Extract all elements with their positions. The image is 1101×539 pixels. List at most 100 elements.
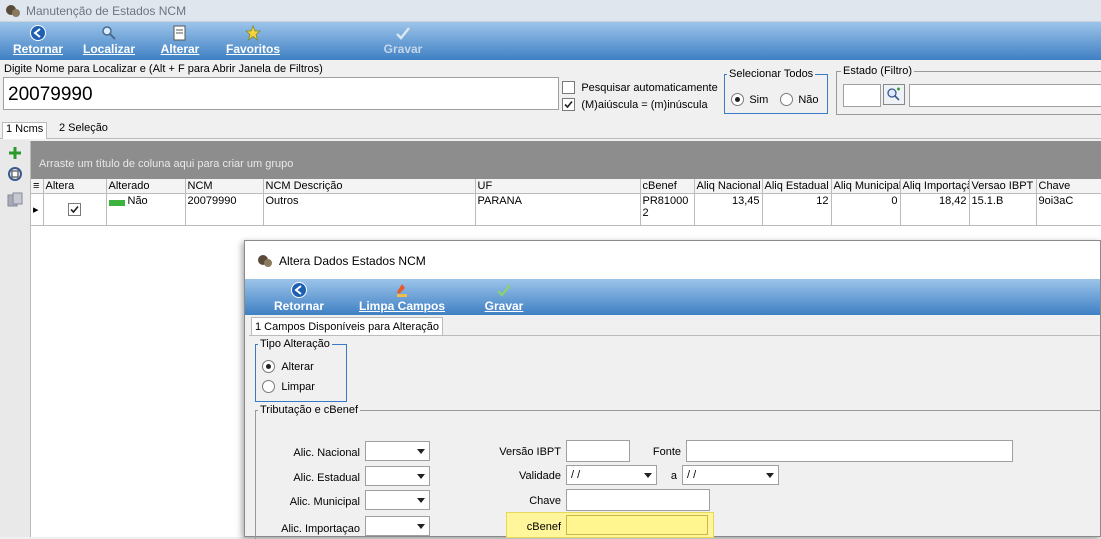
col-header[interactable]: NCM Descrição xyxy=(263,179,476,194)
tab-campos[interactable]: 1 Campos Disponíveis para Alteração xyxy=(251,317,444,336)
alterar-option-label: Alterar xyxy=(281,361,314,373)
date-placeholder: / / xyxy=(687,469,697,481)
chevron-down-icon xyxy=(417,524,425,529)
app-icon xyxy=(258,255,272,267)
tipo-alteracao-group: Tipo Alteração Alterar Limpar xyxy=(255,338,347,402)
nao-radio[interactable] xyxy=(780,93,793,107)
alic-municipal-select[interactable] xyxy=(365,490,430,510)
search-input-value: 20079990 xyxy=(8,84,93,105)
ncm-grid: ≡ Altera Alterado NCM NCM Descrição UF c… xyxy=(31,179,1101,226)
check-icon xyxy=(564,101,573,109)
cbenef-input[interactable] xyxy=(566,515,708,535)
alterar-radio[interactable] xyxy=(262,360,275,374)
dialog-retornar-button[interactable]: Retornar xyxy=(269,279,329,315)
gravar-label: Gravar xyxy=(383,42,423,56)
a-label: a xyxy=(670,470,677,482)
refresh-icon[interactable] xyxy=(7,166,23,182)
auto-search-label: Pesquisar automaticamente xyxy=(581,82,718,94)
gravar-button[interactable]: Gravar xyxy=(378,22,428,60)
retornar-button[interactable]: Retornar xyxy=(8,22,68,60)
altera-checkbox[interactable] xyxy=(68,203,81,216)
dialog-gravar-button[interactable]: Gravar xyxy=(479,279,529,315)
limpa-campos-button[interactable]: Limpa Campos xyxy=(355,279,449,315)
favoritos-button[interactable]: Favoritos xyxy=(220,22,286,60)
window-titlebar: Manutenção de Estados NCM xyxy=(0,0,1101,22)
auto-search-box[interactable] xyxy=(562,81,575,95)
sim-radio[interactable] xyxy=(731,93,744,107)
auto-search-checkbox[interactable]: Pesquisar automaticamente xyxy=(562,80,718,95)
check-icon xyxy=(70,205,79,214)
select-all-sim[interactable]: Sim xyxy=(731,92,769,107)
alterar-label: Alterar xyxy=(160,42,200,56)
chave-cell: 9oi3aC xyxy=(1036,193,1101,226)
descricao-cell: Outros xyxy=(263,193,476,226)
table-row[interactable]: ▸ Não 20079990 Outros PARANA PR81000 2 13… xyxy=(31,193,1101,226)
alterar-option[interactable]: Alterar xyxy=(262,359,314,374)
favoritos-label: Favoritos xyxy=(225,42,280,56)
localizar-button[interactable]: Localizar xyxy=(78,22,140,60)
col-header[interactable]: Aliq Municipal xyxy=(831,179,901,194)
chave-label: Chave xyxy=(529,495,561,507)
col-header[interactable]: Chave xyxy=(1036,179,1101,194)
col-header[interactable]: NCM xyxy=(185,179,264,194)
case-label: (M)aiúscula = (m)inúscula xyxy=(581,99,708,111)
search-input[interactable]: 20079990 xyxy=(3,77,559,110)
alic-importacao-label: Alic. Importaçao xyxy=(281,523,360,535)
side-toolbar xyxy=(0,140,30,537)
edit-form-icon xyxy=(173,25,186,41)
alic-municipal-label: Alic. Municipal xyxy=(289,496,360,508)
dialog-gravar-label: Gravar xyxy=(484,299,524,313)
col-header[interactable]: Aliq Importação xyxy=(900,179,970,194)
chave-input[interactable] xyxy=(566,489,710,511)
estado-filter-title: Estado (Filtro) xyxy=(841,65,915,77)
app-icon xyxy=(6,5,20,17)
estado-search-button[interactable] xyxy=(883,84,905,105)
tributacao-group: Tributação e cBenef Alic. Nacional Alic.… xyxy=(255,404,1101,539)
validade-fim-select[interactable]: / / xyxy=(682,465,779,485)
add-icon[interactable] xyxy=(8,146,22,160)
tab-ncms[interactable]: 1 Ncms xyxy=(2,122,48,139)
estado-code-input[interactable] xyxy=(843,84,881,107)
group-by-panel[interactable]: Arraste um título de coluna aqui para cr… xyxy=(31,141,1101,179)
chevron-down-icon xyxy=(766,473,774,478)
dialog-title: Altera Dados Estados NCM xyxy=(279,254,426,268)
case-checkbox[interactable]: (M)aiúscula = (m)inúscula xyxy=(562,97,708,112)
col-header[interactable]: UF xyxy=(475,179,641,194)
fonte-input[interactable] xyxy=(686,440,1013,462)
alterar-button[interactable]: Alterar xyxy=(155,22,205,60)
tab-selecao[interactable]: 2 Seleção xyxy=(56,122,111,134)
row-selector-header[interactable]: ≡ xyxy=(31,179,44,194)
chevron-down-icon xyxy=(417,474,425,479)
row-pointer-icon[interactable]: ▸ xyxy=(31,193,44,226)
group-hint: Arraste um título de coluna aqui para cr… xyxy=(39,158,294,170)
col-header[interactable]: Alterado xyxy=(106,179,186,194)
col-header[interactable]: Aliq Nacional xyxy=(694,179,763,194)
col-header[interactable]: Altera xyxy=(43,179,107,194)
cbenef-line2: 2 xyxy=(642,207,649,219)
limpar-radio[interactable] xyxy=(262,380,275,394)
uf-cell: PARANA xyxy=(475,193,641,226)
grid-header-row: ≡ Altera Alterado NCM NCM Descrição UF c… xyxy=(31,179,1101,194)
versao-ibpt-input[interactable] xyxy=(566,440,630,462)
col-header[interactable]: Versao IBPT xyxy=(969,179,1037,194)
nao-label: Não xyxy=(798,94,819,106)
col-header[interactable]: cBenef xyxy=(640,179,695,194)
dialog-toolbar: Retornar Limpa Campos Gravar xyxy=(245,279,1100,315)
window-title: Manutenção de Estados NCM xyxy=(26,4,187,18)
estado-name-input[interactable] xyxy=(909,84,1101,107)
case-box[interactable] xyxy=(562,98,575,112)
alic-estadual-select[interactable] xyxy=(365,466,430,486)
sim-label: Sim xyxy=(749,94,769,106)
alic-nacional-select[interactable] xyxy=(365,441,430,461)
validade-inicio-select[interactable]: / / xyxy=(566,465,657,485)
estado-filter-group: Estado (Filtro) xyxy=(836,65,1101,115)
dialog-titlebar: Altera Dados Estados NCM xyxy=(245,241,1100,279)
select-all-nao[interactable]: Não xyxy=(780,92,819,107)
altera-cell[interactable] xyxy=(43,193,107,226)
limpar-option[interactable]: Limpar xyxy=(262,379,315,394)
copy-icon[interactable] xyxy=(7,192,23,208)
search-icon xyxy=(102,26,116,40)
alterado-value: Não xyxy=(127,195,148,207)
col-header[interactable]: Aliq Estadual xyxy=(762,179,832,194)
alic-importacao-select[interactable] xyxy=(365,516,430,536)
